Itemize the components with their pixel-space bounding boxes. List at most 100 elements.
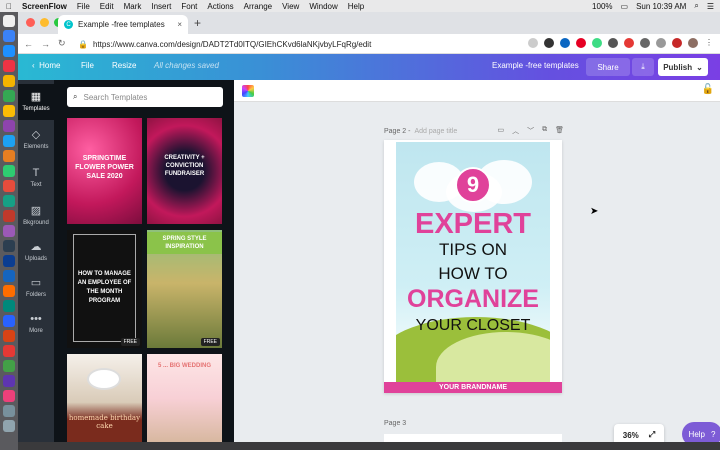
reload-icon[interactable]: ↻ — [58, 38, 66, 49]
search-templates-input[interactable]: ⌕ Search Templates — [67, 87, 223, 107]
menu-arrange[interactable]: Arrange — [244, 2, 272, 11]
finder-icon[interactable] — [3, 15, 15, 27]
rail-item-folders[interactable]: ▭ Folders — [18, 270, 54, 306]
template-thumbnail[interactable]: 5 ... BIG WEDDING — [147, 354, 222, 442]
twitter-icon[interactable] — [3, 135, 15, 147]
more-menu-icon[interactable]: ⋮ — [704, 38, 714, 48]
move-down-icon[interactable]: ﹀ — [527, 126, 534, 136]
menu-actions[interactable]: Actions — [207, 2, 233, 11]
extension-icon[interactable] — [560, 38, 570, 48]
powerpoint-icon[interactable] — [3, 330, 15, 342]
duplicate-page-icon[interactable]: ⧉ — [542, 126, 547, 136]
battery-icon[interactable]: ▭ — [621, 2, 629, 11]
canva-icon[interactable] — [3, 390, 15, 402]
podcast-icon[interactable] — [3, 120, 15, 132]
photo-booth-icon[interactable] — [3, 210, 15, 222]
back-icon[interactable]: ← — [24, 39, 33, 49]
document-title[interactable]: Example -free templates — [492, 61, 579, 70]
forward-icon[interactable]: → — [41, 39, 50, 49]
new-tab-button[interactable]: + — [194, 16, 201, 30]
download-button[interactable]: ⤓ — [632, 58, 654, 76]
menu-list-icon[interactable]: ☰ — [707, 2, 714, 11]
app-store-icon[interactable] — [3, 30, 15, 42]
extension-icon[interactable] — [640, 38, 650, 48]
share-button[interactable]: Share — [586, 58, 630, 76]
lightroom-icon[interactable] — [3, 270, 15, 282]
template-thumbnail[interactable]: SPRING STYLE INSPIRATION FREE — [147, 230, 222, 348]
apple-icon[interactable]:  — [6, 2, 12, 11]
menubar-app-name[interactable]: ScreenFlow — [22, 2, 67, 11]
resize-button[interactable]: Resize — [112, 61, 136, 70]
file-menu-button[interactable]: File — [81, 61, 94, 70]
pages-icon[interactable] — [3, 150, 15, 162]
extension-icon[interactable] — [592, 38, 602, 48]
word-icon[interactable] — [3, 315, 15, 327]
menu-help[interactable]: Help — [348, 2, 364, 11]
numbers-icon[interactable] — [3, 165, 15, 177]
browser-tab[interactable]: C Example -free templates × — [58, 15, 188, 34]
itunes-icon[interactable] — [3, 225, 15, 237]
template-thumbnail[interactable]: HOW TO MANAGE AN EMPLOYEE OF THE MONTH P… — [67, 230, 142, 348]
publish-button[interactable]: Publish ⌄ — [658, 58, 708, 76]
extension-icon[interactable] — [656, 38, 666, 48]
system-prefs-icon[interactable] — [3, 405, 15, 417]
close-tab-icon[interactable]: × — [177, 20, 182, 29]
home-button[interactable]: ‹ Home — [32, 61, 60, 70]
rail-item-background[interactable]: ▨ Bkground — [18, 198, 54, 234]
delete-page-icon[interactable]: 🗑 — [555, 126, 564, 136]
menu-mark[interactable]: Mark — [124, 2, 142, 11]
help-button[interactable]: Help ? — [682, 422, 720, 442]
evernote-icon[interactable] — [3, 360, 15, 372]
maps-icon[interactable] — [3, 195, 15, 207]
template-thumbnail[interactable]: homemade birthday cake — [67, 354, 142, 442]
rail-item-text[interactable]: T Text — [18, 160, 54, 196]
pinterest-icon[interactable] — [576, 38, 586, 48]
extension-icon[interactable] — [624, 38, 634, 48]
trash-icon[interactable] — [3, 420, 15, 432]
color-picker-icon[interactable] — [242, 85, 254, 97]
extension-icon[interactable] — [608, 38, 618, 48]
clock[interactable]: Sun 10:39 AM — [636, 2, 686, 11]
messages-icon[interactable] — [3, 90, 15, 102]
search-icon[interactable]: ⌕ — [694, 1, 698, 11]
chrome-icon[interactable] — [3, 105, 15, 117]
bookmark-star-icon[interactable] — [528, 38, 538, 48]
expand-icon[interactable]: ⤢ — [649, 430, 655, 440]
rail-item-elements[interactable]: ◇ Elements — [18, 122, 54, 158]
comment-icon[interactable]: ▭ — [497, 126, 504, 136]
close-window-button[interactable] — [26, 18, 35, 27]
calendar-icon[interactable] — [3, 60, 15, 72]
profile-avatar[interactable] — [688, 38, 698, 48]
page-title-input[interactable]: Add page title — [414, 128, 457, 135]
rail-item-templates[interactable]: ▦ Templates — [18, 84, 54, 120]
photoshop-icon[interactable] — [3, 255, 15, 267]
keynote-icon[interactable] — [3, 180, 15, 192]
page-2-header: Page 2 - Add page title ▭ ︿ ﹀ ⧉ 🗑 — [384, 125, 564, 137]
menu-font[interactable]: Font — [181, 2, 197, 11]
screenflow-icon[interactable] — [3, 375, 15, 387]
pdf-icon[interactable] — [3, 345, 15, 357]
notes-icon[interactable] — [3, 75, 15, 87]
minimize-window-button[interactable] — [40, 18, 49, 27]
menu-edit[interactable]: Edit — [100, 2, 114, 11]
menu-view[interactable]: View — [282, 2, 299, 11]
rail-item-uploads[interactable]: ☁ Uploads — [18, 234, 54, 270]
rail-item-more[interactable]: ••• More — [18, 306, 54, 342]
safari-icon[interactable] — [3, 45, 15, 57]
extension-icon[interactable] — [672, 38, 682, 48]
illustrator-icon[interactable] — [3, 285, 15, 297]
menu-file[interactable]: File — [77, 2, 90, 11]
terminal-icon[interactable] — [3, 240, 15, 252]
zoom-control[interactable]: 36% ⤢ — [614, 424, 664, 442]
design-page-2[interactable]: 9 EXPERT TIPS ON HOW TO ORGANIZE YOUR CL… — [384, 140, 562, 393]
menu-window[interactable]: Window — [309, 2, 337, 11]
template-thumbnail[interactable]: CREATIVITY + CONVICTION FUNDRAISER — [147, 118, 222, 224]
excel-icon[interactable] — [3, 300, 15, 312]
template-thumbnail[interactable]: SPRINGTIME FLOWER POWER SALE 2020 — [67, 118, 142, 224]
design-page-3[interactable] — [384, 434, 562, 442]
menu-insert[interactable]: Insert — [151, 2, 171, 11]
url-field[interactable]: 🔒 https://www.canva.com/design/DADT2Td0I… — [78, 36, 478, 52]
lock-icon[interactable]: 🔓 — [702, 84, 714, 95]
extension-icon[interactable] — [544, 38, 554, 48]
move-up-icon[interactable]: ︿ — [512, 126, 519, 136]
